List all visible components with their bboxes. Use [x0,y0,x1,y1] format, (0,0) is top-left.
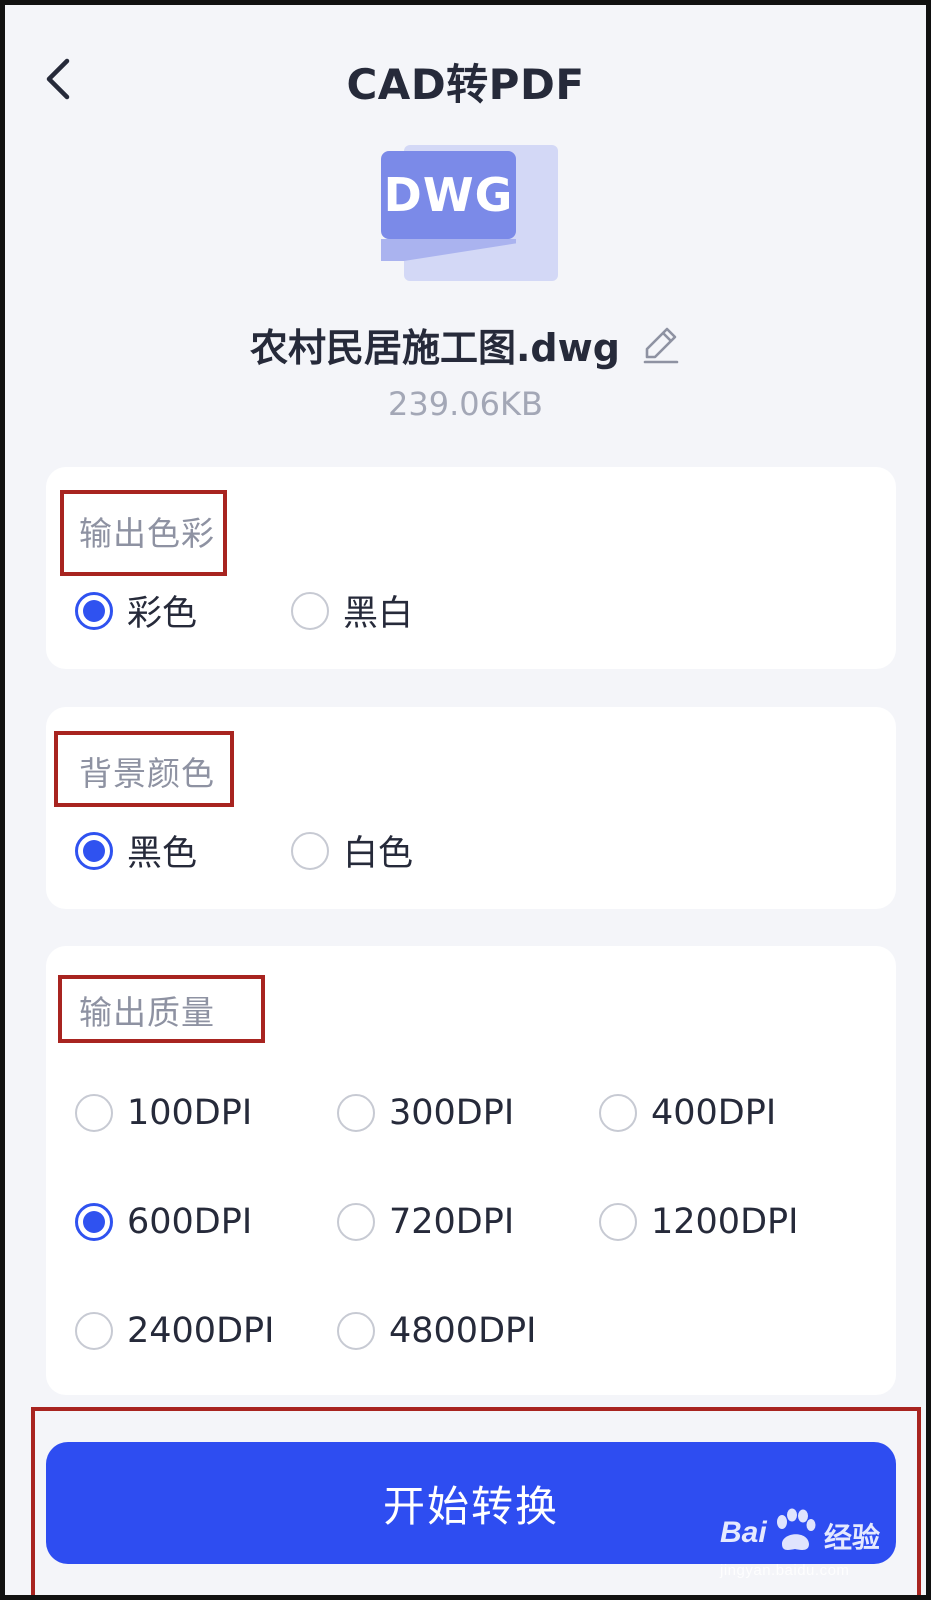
output-color-label: 输出色彩 [79,514,215,553]
radio-indicator [337,1094,375,1132]
dwg-file-icon: DWG [381,143,561,283]
radio-indicator [599,1203,637,1241]
radio-black-bg[interactable]: 黑色 [75,825,197,876]
radio-300dpi[interactable]: 300DPI [337,1093,514,1133]
radio-indicator [599,1094,637,1132]
radio-label: 黑白 [343,594,414,634]
start-convert-button[interactable]: 开始转换 [46,1442,896,1564]
radio-indicator [337,1203,375,1241]
radio-100dpi[interactable]: 100DPI [75,1093,252,1133]
app-screen: CAD转PDF DWG 农村民居施工图.dwg 239.06KB 输出色彩 彩色… [0,0,931,1600]
output-quality-label: 输出质量 [79,993,215,1032]
page-title: CAD转PDF [346,60,585,109]
radio-label: 白色 [343,834,414,874]
radio-indicator [75,831,113,870]
radio-indicator [75,591,113,630]
radio-label: 720DPI [389,1202,515,1242]
radio-label: 100DPI [127,1093,253,1133]
radio-indicator [337,1312,375,1350]
radio-400dpi[interactable]: 400DPI [599,1093,776,1133]
radio-label: 4800DPI [389,1311,537,1351]
filename-row: 农村民居施工图.dwg [5,317,926,372]
radio-1200dpi[interactable]: 1200DPI [599,1202,798,1242]
radio-indicator [75,1312,113,1350]
output-quality-card: 输出质量 100DPI 300DPI 400DPI 600DPI 720DPI … [46,946,896,1395]
radio-color[interactable]: 彩色 [75,585,197,636]
pencil-icon[interactable] [641,325,681,365]
radio-black-white[interactable]: 黑白 [291,585,413,636]
radio-600dpi[interactable]: 600DPI [75,1202,252,1242]
radio-indicator [291,591,329,630]
radio-label: 1200DPI [651,1202,799,1242]
radio-label: 600DPI [127,1202,253,1242]
radio-label: 黑色 [127,834,198,874]
file-size: 239.06KB [388,385,543,423]
radio-2400dpi[interactable]: 2400DPI [75,1311,274,1351]
file-name: 农村民居施工图.dwg [249,326,620,370]
file-type-badge: DWG [381,151,516,239]
radio-indicator [291,831,329,870]
radio-label: 2400DPI [127,1311,275,1351]
radio-label: 彩色 [127,594,198,634]
radio-white-bg[interactable]: 白色 [291,825,413,876]
background-color-label: 背景颜色 [79,754,215,793]
radio-indicator [75,1203,113,1241]
output-color-card: 输出色彩 彩色 黑白 [46,467,896,669]
background-color-card: 背景颜色 黑色 白色 [46,707,896,909]
radio-720dpi[interactable]: 720DPI [337,1202,514,1242]
watermark-url: jingyan.baidu.com [720,1562,850,1579]
radio-label: 400DPI [651,1093,777,1133]
radio-4800dpi[interactable]: 4800DPI [337,1311,536,1351]
radio-indicator [75,1094,113,1132]
radio-label: 300DPI [389,1093,515,1133]
